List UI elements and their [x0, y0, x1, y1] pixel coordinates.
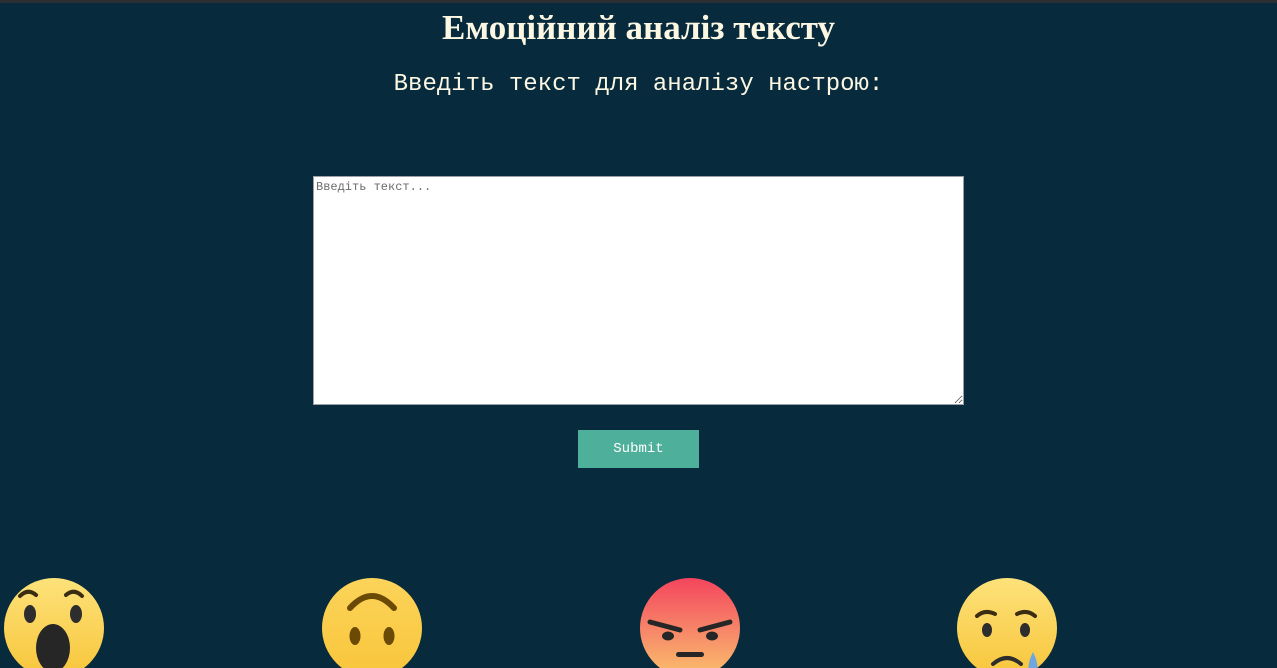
wow-emoji-icon: [4, 578, 104, 668]
sad-tear-emoji-icon: [957, 578, 1057, 668]
submit-button[interactable]: Submit: [578, 430, 699, 468]
page-subtitle: Введіть текст для аналізу настрою:: [393, 71, 884, 98]
upside-down-face-emoji-icon: [322, 578, 422, 668]
top-border: [0, 0, 1277, 3]
page-title: Емоційний аналіз тексту: [442, 8, 835, 47]
text-input[interactable]: [313, 176, 964, 405]
angry-emoji-icon: [640, 578, 740, 668]
